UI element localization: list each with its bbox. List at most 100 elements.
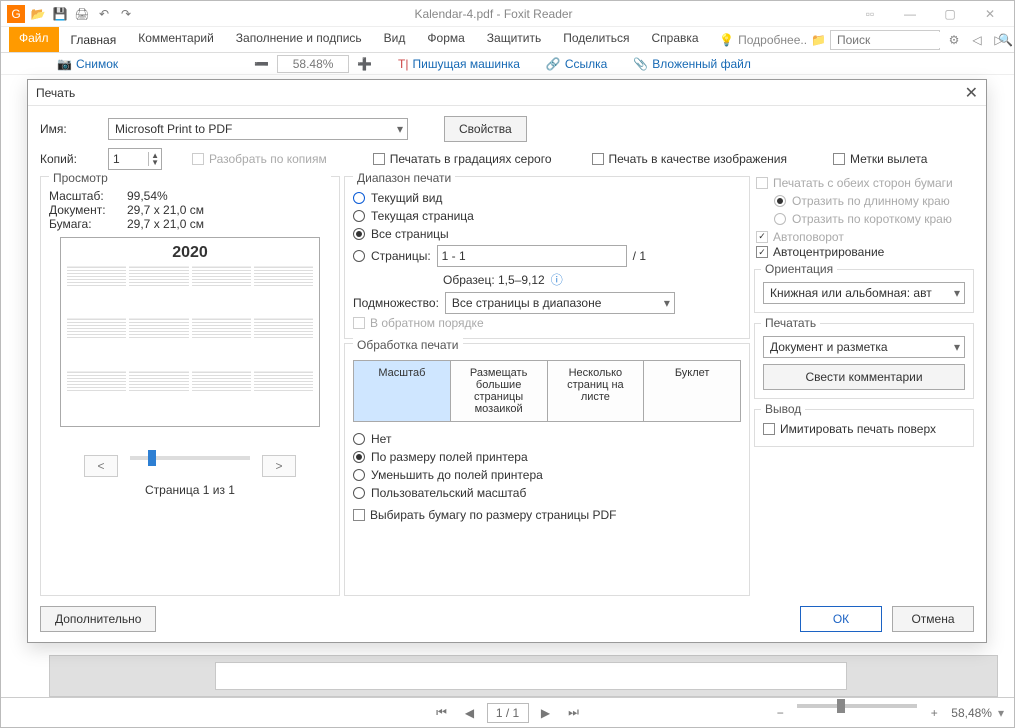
tab-protect[interactable]: Защитить	[477, 27, 551, 52]
preview-paper-label: Бумага:	[49, 217, 119, 231]
output-legend: Вывод	[761, 402, 805, 416]
close-button[interactable]: ✕	[972, 7, 1008, 21]
print-what-legend: Печатать	[761, 316, 820, 330]
print-as-image-checkbox[interactable]: Печать в качестве изображения	[592, 152, 787, 166]
status-prev-page[interactable]: ◀	[459, 703, 481, 723]
reverse-order-checkbox: В обратном порядке	[353, 316, 484, 330]
nav-next-icon[interactable]: ▷	[990, 33, 1008, 47]
orientation-legend: Ориентация	[761, 262, 837, 276]
tab-home[interactable]: Главная	[61, 27, 127, 52]
choose-paper-checkbox[interactable]: Выбирать бумагу по размеру страницы PDF	[353, 508, 617, 522]
status-zoom-in[interactable]: +	[923, 703, 945, 723]
snapshot-button[interactable]: 📷 Снимок	[57, 57, 118, 71]
radio-flip-short	[774, 213, 786, 225]
pages-total: / 1	[633, 249, 646, 263]
radio-none[interactable]	[353, 433, 365, 445]
advanced-button[interactable]: Дополнительно	[40, 606, 156, 632]
save-icon[interactable]: 💾	[51, 5, 69, 23]
app-icon: G	[7, 5, 25, 23]
maximize-button[interactable]: ▢	[932, 7, 968, 21]
chevron-down-icon[interactable]: ▾	[998, 706, 1004, 720]
zoom-out-icon[interactable]: ➖	[254, 57, 269, 71]
typewriter-icon: T|	[398, 57, 408, 71]
print-what-combo[interactable]: Документ и разметка▾	[763, 336, 965, 358]
summarize-comments-button[interactable]: Свести комментарии	[763, 364, 965, 390]
link-button[interactable]: 🔗 Ссылка	[546, 57, 607, 71]
status-first-page[interactable]: ⏮	[431, 703, 453, 723]
status-zoom-slider[interactable]	[797, 704, 917, 708]
collate-checkbox: Разобрать по копиям	[192, 152, 327, 166]
chevron-down-icon: ▾	[664, 296, 670, 310]
nav-prev-icon[interactable]: ◁	[968, 33, 986, 47]
status-bar: ⏮ ◀ 1 / 1 ▶ ⏭ − + 58,48% ▾	[1, 697, 1014, 727]
radio-pages[interactable]	[353, 250, 365, 262]
chevron-down-icon: ▾	[397, 122, 403, 136]
preview-next-button[interactable]: >	[262, 455, 296, 477]
cancel-button[interactable]: Отмена	[892, 606, 974, 632]
subset-combo[interactable]: Все страницы в диапазоне▾	[445, 292, 675, 314]
orientation-combo[interactable]: Книжная или альбомная: авт▾	[763, 282, 965, 304]
dialog-close-button[interactable]: ✕	[965, 83, 978, 103]
status-last-page[interactable]: ⏭	[563, 703, 585, 723]
pages-range-input[interactable]: 1 - 1	[437, 245, 627, 267]
tab-form[interactable]: Форма	[417, 27, 474, 52]
subset-label: Подмножество:	[353, 296, 439, 310]
undo-icon[interactable]: ↶	[95, 5, 113, 23]
chevron-down-icon: ▾	[954, 340, 960, 354]
preview-legend: Просмотр	[49, 171, 331, 185]
ok-button[interactable]: ОК	[800, 606, 882, 632]
zoom-in-icon[interactable]: ➕	[357, 57, 372, 71]
tab-file[interactable]: Файл	[9, 27, 59, 52]
preview-prev-button[interactable]: <	[84, 455, 118, 477]
print-icon[interactable]: 🖨	[73, 5, 91, 23]
status-zoom-out[interactable]: −	[769, 703, 791, 723]
zoom-combo[interactable]: 58.48%	[277, 55, 349, 73]
radio-custom[interactable]	[353, 487, 365, 499]
folder-icon[interactable]: 📁	[811, 33, 826, 47]
handling-tab-multi[interactable]: Несколько страниц на листе	[548, 361, 645, 421]
handling-tab-scale[interactable]: Масштаб	[354, 361, 451, 421]
radio-fit[interactable]	[353, 451, 365, 463]
tab-share[interactable]: Поделиться	[553, 27, 639, 52]
tab-help[interactable]: Справка	[642, 27, 709, 52]
redo-icon[interactable]: ↷	[117, 5, 135, 23]
status-page-input[interactable]: 1 / 1	[487, 703, 529, 723]
ribbon-body: 📷 Снимок ➖ 58.48% ➕ T| Пишущая машинка 🔗…	[1, 53, 1014, 75]
bleed-marks-checkbox[interactable]: Метки вылета	[833, 152, 928, 166]
gear-icon[interactable]: ⚙	[944, 33, 964, 47]
handling-tab-booklet[interactable]: Буклет	[644, 361, 740, 421]
titlebar: G 📂 💾 🖨 ↶ ↷ Kalendar-4.pdf - Foxit Reade…	[1, 1, 1014, 27]
status-next-page[interactable]: ▶	[535, 703, 557, 723]
preview-scale-label: Масштаб:	[49, 189, 119, 203]
tab-comment[interactable]: Комментарий	[128, 27, 224, 52]
ribbon-more[interactable]: Подробнее..	[738, 33, 807, 47]
chevron-down-icon: ▾	[954, 286, 960, 300]
handling-tab-tile[interactable]: Размещать большие страницы мозаикой	[451, 361, 548, 421]
copies-spinner[interactable]: 1 ▲▼	[108, 148, 162, 170]
attach-button[interactable]: 📎 Вложенный файл	[633, 57, 751, 71]
preview-page: 2020	[60, 237, 320, 427]
compact-ribbon-icon[interactable]: ▫▫	[852, 7, 888, 21]
typewriter-button[interactable]: T| Пишущая машинка	[398, 57, 520, 71]
autocenter-checkbox[interactable]: Автоцентрирование	[756, 245, 884, 259]
dialog-header: Печать ✕	[28, 80, 986, 106]
info-icon[interactable]: ⓘ	[551, 271, 563, 288]
open-icon[interactable]: 📂	[29, 5, 47, 23]
simulate-overprint-checkbox[interactable]: Имитировать печать поверх	[763, 422, 936, 436]
bulb-icon[interactable]: 💡	[719, 33, 734, 47]
radio-current-page[interactable]	[353, 210, 365, 222]
search-box[interactable]: 🔍	[830, 30, 940, 50]
printer-properties-button[interactable]: Свойства	[444, 116, 527, 142]
radio-all-pages[interactable]	[353, 228, 365, 240]
tab-view[interactable]: Вид	[374, 27, 416, 52]
radio-current-view[interactable]	[353, 192, 365, 204]
status-zoom-value: 58,48%	[951, 706, 992, 720]
grayscale-checkbox[interactable]: Печатать в градациях серого	[373, 152, 552, 166]
app-window: G 📂 💾 🖨 ↶ ↷ Kalendar-4.pdf - Foxit Reade…	[0, 0, 1015, 728]
radio-shrink[interactable]	[353, 469, 365, 481]
document-area	[49, 655, 998, 697]
minimize-button[interactable]: —	[892, 7, 928, 21]
tab-fill-sign[interactable]: Заполнение и подпись	[226, 27, 372, 52]
printer-name-label: Имя:	[40, 122, 100, 136]
printer-combo[interactable]: Microsoft Print to PDF▾	[108, 118, 408, 140]
